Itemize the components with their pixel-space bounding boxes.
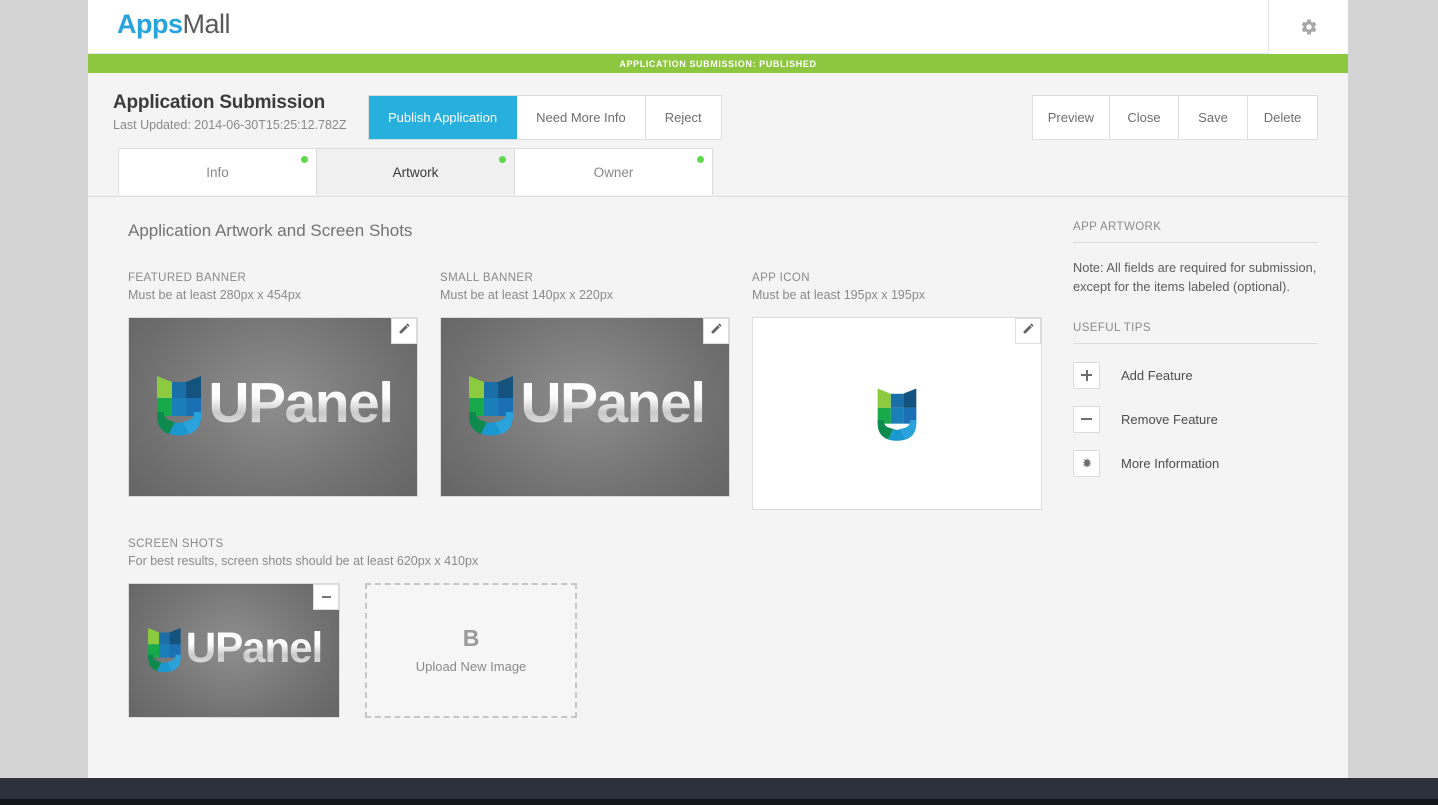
save-button[interactable]: Save xyxy=(1179,96,1248,139)
plus-icon xyxy=(1073,361,1100,389)
featured-banner-block: FEATURED BANNER Must be at least 280px x… xyxy=(128,272,418,510)
page-title: Application Submission xyxy=(113,92,326,113)
rail-tips-divider xyxy=(1073,342,1318,344)
rail-divider xyxy=(1073,242,1318,243)
screenshots-row: UPanel B Upload New Image xyxy=(128,583,1318,718)
desktop-left-margin xyxy=(0,0,88,778)
title-block: Application Submission Last Updated: 201… xyxy=(113,92,347,132)
page-titlebar: Application Submission Last Updated: 201… xyxy=(88,73,1348,148)
featured-banner-preview[interactable]: UPanel xyxy=(128,317,418,497)
upload-icon: B xyxy=(462,625,480,651)
tab-artwork-label: Artwork xyxy=(392,164,439,180)
app-icon-preview[interactable] xyxy=(752,317,1042,510)
screenshots-requirement: For best results, screen shots should be… xyxy=(128,554,479,568)
small-banner-block: SMALL BANNER Must be at least 140px x 22… xyxy=(440,272,730,510)
rail-heading: APP ARTWORK xyxy=(1073,221,1162,233)
tab-info-status-dot xyxy=(301,156,308,163)
close-button[interactable]: Close xyxy=(1110,96,1179,139)
featured-banner-requirement: Must be at least 280px x 454px xyxy=(128,288,302,302)
upload-new-image-label: Upload New Image xyxy=(415,659,527,674)
small-banner-edit-button[interactable] xyxy=(703,318,729,344)
tab-owner-status-dot xyxy=(697,156,704,163)
screen: AppsMall APPLICATION SUBMISSION: PUBLISH… xyxy=(0,0,1438,805)
desktop-right-margin xyxy=(1348,0,1438,778)
os-bottom-edge xyxy=(0,799,1438,805)
info-rail: APP ARTWORK Note: All fields are require… xyxy=(1073,221,1318,492)
upanel-wordmark: UPanel xyxy=(208,370,394,435)
artwork-panel: Application Artwork and Screen Shots FEA… xyxy=(88,196,1348,780)
delete-button[interactable]: Delete xyxy=(1248,96,1317,139)
rail-tips-heading: USEFUL TIPS xyxy=(1073,321,1151,334)
app-header: AppsMall xyxy=(88,0,1348,54)
app-icon-edit-button[interactable] xyxy=(1015,318,1041,344)
upanel-wordmark: UPanel xyxy=(520,370,706,435)
tab-owner-label: Owner xyxy=(593,164,634,180)
asterisk-icon xyxy=(1073,449,1100,477)
rail-note: Note: All fields are required for submis… xyxy=(1073,260,1317,294)
upanel-u-logo xyxy=(877,388,917,441)
tip-remove-feature-label: Remove Feature xyxy=(1121,411,1218,427)
screenshots-block: SCREEN SHOTS For best results, screen sh… xyxy=(128,538,1318,718)
tip-add-feature[interactable]: Add Feature xyxy=(1073,360,1318,391)
tab-artwork-status-dot xyxy=(499,156,506,163)
featured-banner-edit-button[interactable] xyxy=(391,318,417,344)
upanel-u-logo xyxy=(469,376,514,436)
small-banner-preview[interactable]: UPanel xyxy=(440,317,730,497)
app-icon-label: APP ICON xyxy=(752,272,810,284)
os-taskbar[interactable] xyxy=(0,778,1438,799)
screenshot-thumbnail[interactable]: UPanel xyxy=(128,583,340,718)
tip-remove-feature[interactable]: Remove Feature xyxy=(1073,404,1318,435)
screenshot-image: UPanel xyxy=(129,584,339,717)
featured-banner-image: UPanel xyxy=(129,318,417,496)
publish-application-button[interactable]: Publish Application xyxy=(369,96,518,139)
featured-banner-label: FEATURED BANNER xyxy=(128,272,247,284)
need-more-info-button[interactable]: Need More Info xyxy=(517,96,646,139)
brand-logo[interactable]: AppsMall xyxy=(117,9,231,40)
upload-new-image-dropzone[interactable]: B Upload New Image xyxy=(365,583,577,718)
upanel-wordmark: UPanel xyxy=(186,623,323,671)
app-window: AppsMall APPLICATION SUBMISSION: PUBLISH… xyxy=(88,0,1348,780)
tip-add-feature-label: Add Feature xyxy=(1121,367,1193,383)
submission-status-text: APPLICATION SUBMISSION: PUBLISHED xyxy=(619,58,817,69)
screenshot-remove-button[interactable] xyxy=(313,584,339,610)
app-icon-requirement: Must be at least 195px x 195px xyxy=(752,288,926,302)
screenshots-label: SCREEN SHOTS xyxy=(128,538,224,550)
upanel-u-logo xyxy=(157,376,202,436)
pencil-icon xyxy=(1022,322,1035,340)
minus-icon xyxy=(1073,405,1100,433)
brand-mall: Mall xyxy=(182,9,231,39)
tab-owner[interactable]: Owner xyxy=(514,148,713,195)
small-banner-requirement: Must be at least 140px x 220px xyxy=(440,288,614,302)
small-banner-label: SMALL BANNER xyxy=(440,272,534,284)
tip-more-information[interactable]: More Information xyxy=(1073,448,1318,479)
pencil-icon xyxy=(710,322,723,340)
app-icon-image xyxy=(753,318,1041,509)
tip-more-information-label: More Information xyxy=(1121,455,1220,471)
settings-button[interactable] xyxy=(1268,0,1348,54)
upanel-u-logo xyxy=(148,627,181,672)
tab-bar: Info Artwork Owner xyxy=(88,148,1348,196)
last-updated-text: Last Updated: 2014-06-30T15:25:12.782Z xyxy=(113,118,347,132)
reject-button[interactable]: Reject xyxy=(645,96,721,139)
pencil-icon xyxy=(398,322,411,340)
tab-info-label: Info xyxy=(206,164,229,180)
brand-apps: Apps xyxy=(117,9,183,39)
submission-action-group: Publish Application Need More Info Rejec… xyxy=(368,95,722,140)
app-icon-block: APP ICON Must be at least 195px x 195px xyxy=(752,272,1042,510)
submission-status-bar: APPLICATION SUBMISSION: PUBLISHED xyxy=(88,54,1348,73)
document-action-group: Preview Close Save Delete xyxy=(1031,95,1318,140)
gear-icon xyxy=(1300,18,1318,36)
tips-list: Add Feature Remove Feature More Informat… xyxy=(1073,360,1318,479)
small-banner-image: UPanel xyxy=(441,318,729,496)
tab-artwork[interactable]: Artwork xyxy=(316,148,515,195)
tab-info[interactable]: Info xyxy=(118,148,317,195)
preview-button[interactable]: Preview xyxy=(1032,96,1110,139)
